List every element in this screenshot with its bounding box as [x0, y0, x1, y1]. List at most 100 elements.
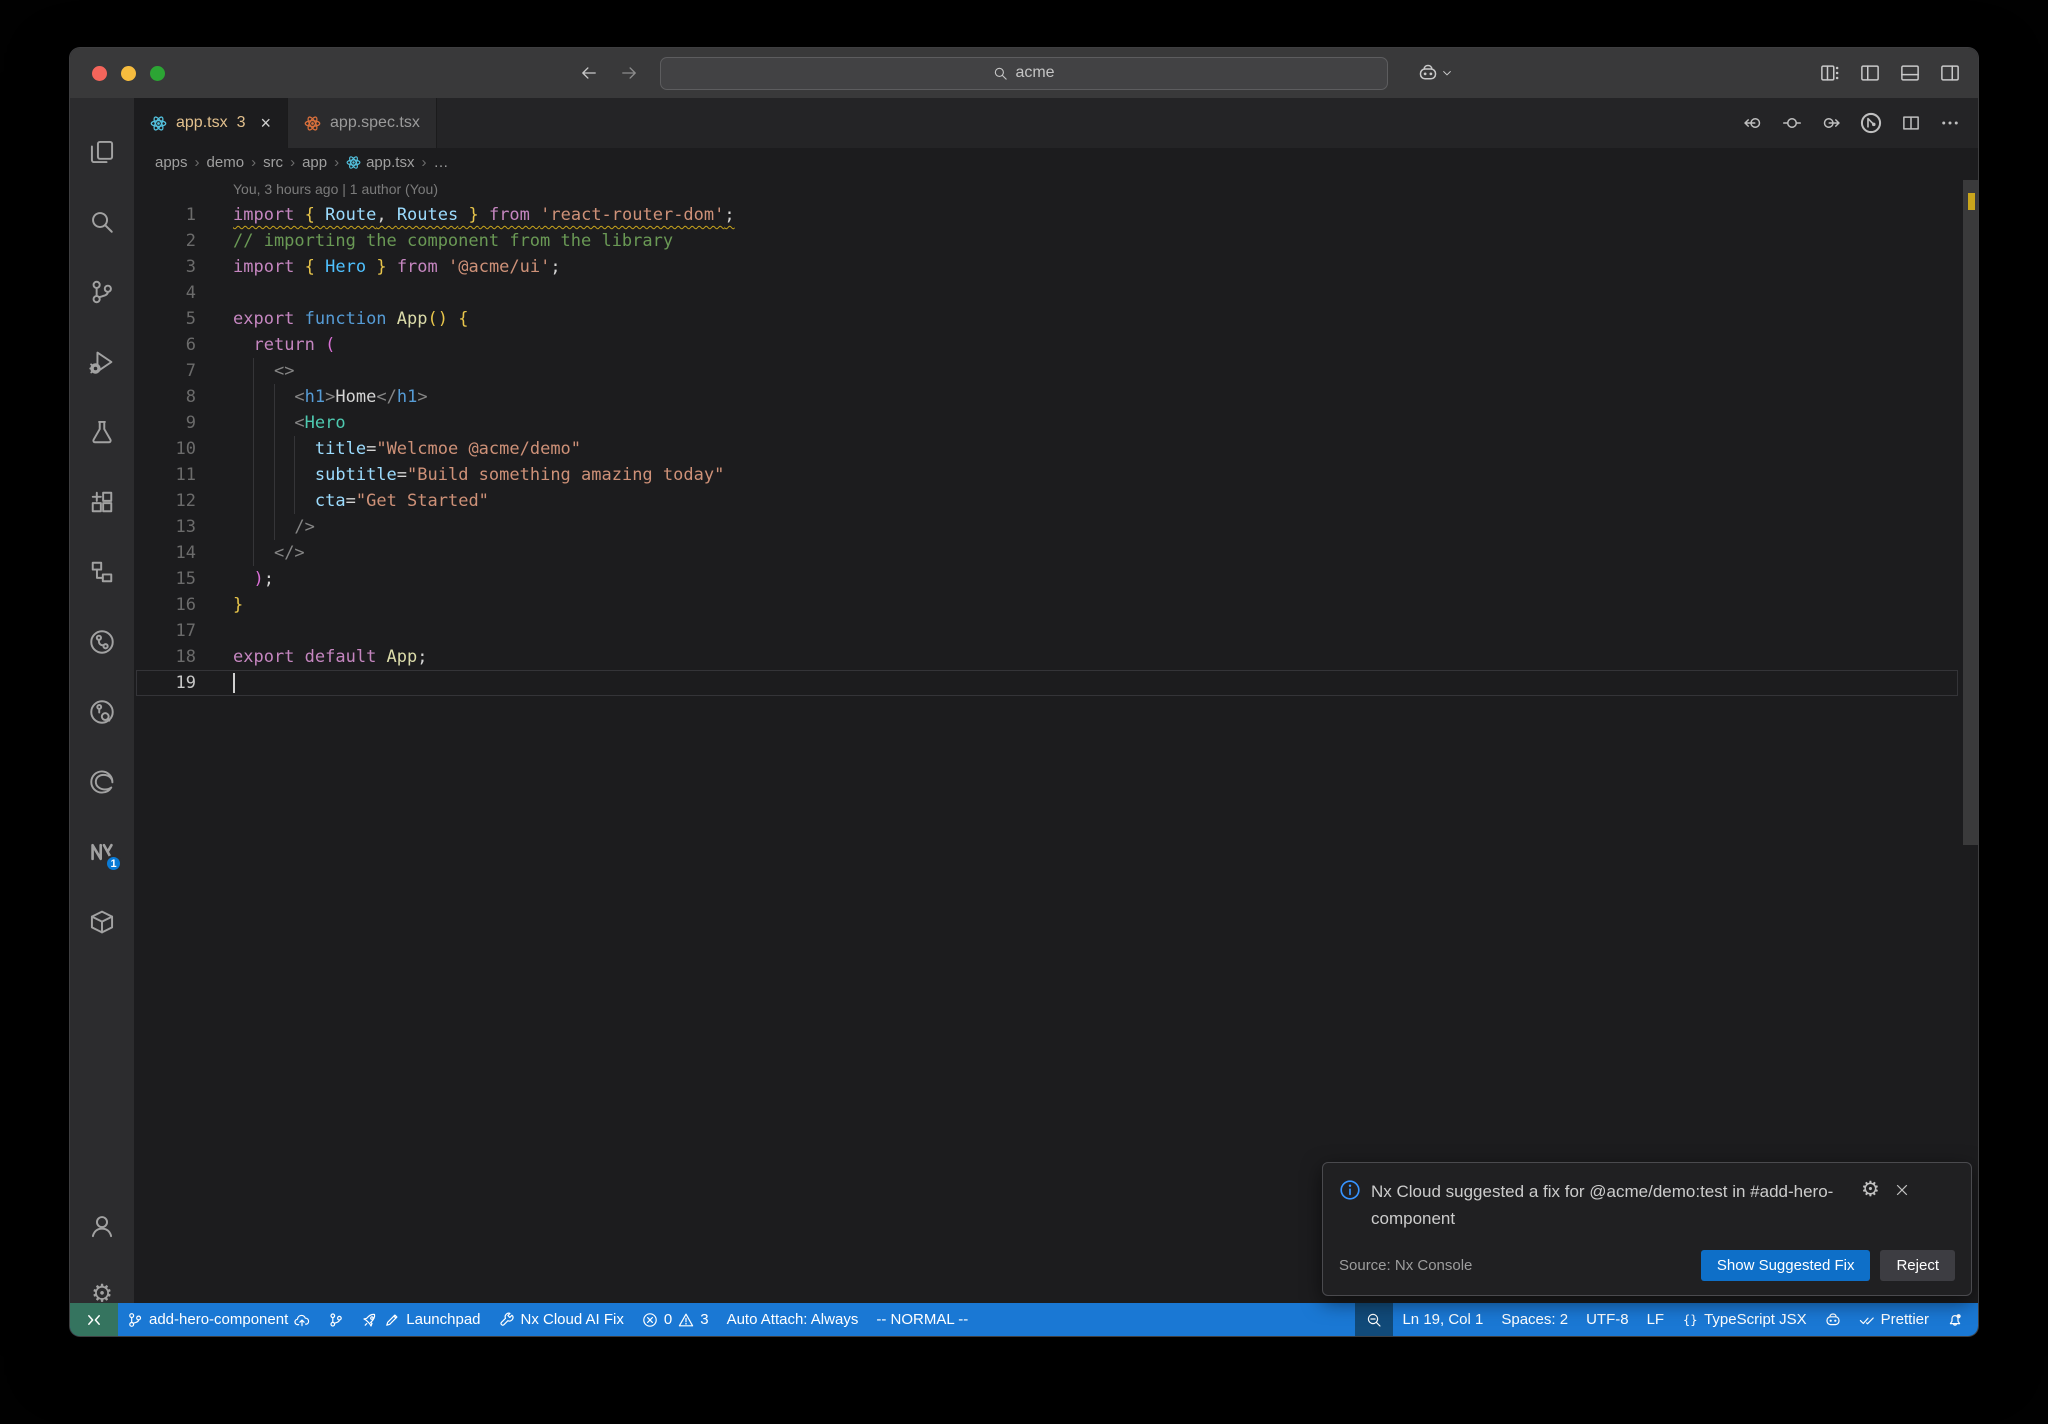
activity-bar-explorer[interactable]	[70, 126, 134, 178]
search-icon	[89, 209, 115, 235]
error-circle-icon	[642, 1312, 658, 1328]
activity-bar-source-control[interactable]	[70, 266, 134, 318]
box-icon	[89, 909, 115, 935]
show-suggested-fix-button[interactable]: Show Suggested Fix	[1700, 1250, 1871, 1281]
breadcrumb-separator: ›	[251, 153, 257, 171]
activity-bar-accounts[interactable]	[70, 1200, 134, 1252]
zoom-minus-icon	[1366, 1312, 1382, 1328]
code-line-6: 6 return (	[134, 332, 1978, 358]
status-language-mode[interactable]: {} TypeScript JSX	[1673, 1303, 1816, 1336]
activity-bar-search[interactable]	[70, 196, 134, 248]
notification-settings-icon[interactable]: ⚙	[1861, 1179, 1880, 1200]
status-git-branch[interactable]: add-hero-component	[118, 1303, 319, 1336]
status-label: Ln 19, Col 1	[1402, 1311, 1484, 1328]
code-line-content: />	[294, 517, 315, 537]
activity-bar-project-structure[interactable]	[70, 546, 134, 598]
react-icon	[346, 155, 361, 170]
status-label: Spaces: 2	[1501, 1311, 1569, 1328]
code-line-content: <h1>Home</h1>	[294, 387, 428, 407]
info-icon	[1339, 1179, 1361, 1201]
code-line-3: 3 import { Hero } from '@acme/ui';	[134, 254, 1978, 280]
tab-close-icon[interactable]: ×	[261, 114, 272, 132]
status-encoding[interactable]: UTF-8	[1577, 1303, 1638, 1336]
tab-app.tsx[interactable]: app.tsx 3 ×	[134, 98, 289, 148]
code-line-17: 17	[134, 618, 1978, 644]
tab-app.spec.tsx[interactable]: app.spec.tsx	[288, 98, 437, 148]
panel-right-icon[interactable]	[1940, 63, 1960, 83]
navigate-back-icon[interactable]	[580, 64, 598, 82]
breadcrumb-item-demo[interactable]: demo	[207, 154, 245, 171]
status-bar: add-hero-component Launchpad Nx Cloud AI F…	[70, 1303, 1978, 1336]
notification-close-icon[interactable]	[1894, 1182, 1910, 1198]
editor-pane[interactable]: You, 3 hours ago | 1 author (You) 1 impor…	[134, 176, 1978, 1303]
zoom-window-button[interactable]	[150, 65, 165, 81]
hierarchy-icon	[89, 559, 115, 585]
copilot-icon	[1418, 63, 1438, 83]
code-line-4: 4	[134, 280, 1978, 306]
command-center-search[interactable]: acme	[660, 56, 1388, 90]
breadcrumb-item-app.tsx[interactable]: app.tsx	[346, 154, 414, 171]
activity-bar-edge-tools[interactable]	[70, 756, 134, 808]
wrench-icon	[499, 1312, 515, 1328]
status-eol[interactable]: LF	[1638, 1303, 1674, 1336]
rocket-icon	[362, 1312, 378, 1328]
status-vim-mode[interactable]: -- NORMAL --	[867, 1303, 977, 1336]
status-notifications-bell[interactable]	[1938, 1303, 1972, 1336]
code-line-content: </>	[273, 543, 305, 563]
activity-bar-commit-graph[interactable]	[70, 616, 134, 668]
status-prettier[interactable]: Prettier	[1850, 1303, 1938, 1336]
activity-bar-testing[interactable]	[70, 406, 134, 458]
activity-bar-gitlens-inspect[interactable]	[70, 686, 134, 738]
code-line-13: 13 />	[134, 514, 1978, 540]
navigate-forward-icon[interactable]	[620, 64, 638, 82]
window-controls	[92, 48, 165, 98]
overview-ruler-warning-mark	[1968, 193, 1975, 210]
vertical-scrollbar[interactable]	[1963, 180, 1978, 845]
layout-customize-icon[interactable]	[1820, 63, 1840, 83]
git-blame-annotation[interactable]: You, 3 hours ago | 1 author (You)	[134, 176, 1978, 202]
status-commit-graph[interactable]	[319, 1303, 353, 1336]
breadcrumb-item-apps[interactable]: apps	[155, 154, 188, 171]
line-number: 16	[175, 595, 196, 615]
more-actions-icon[interactable]	[1940, 113, 1960, 133]
minimize-window-button[interactable]	[121, 65, 136, 81]
status-auto-attach[interactable]: Auto Attach: Always	[718, 1303, 868, 1336]
status-nx-cloud-ai-fix[interactable]: Nx Cloud AI Fix	[490, 1303, 633, 1336]
activity-bar-settings[interactable]: ⚙	[70, 1268, 134, 1320]
current-line-highlight	[136, 670, 1958, 696]
status-label: Launchpad	[406, 1311, 481, 1328]
status-copilot-status[interactable]	[1816, 1303, 1850, 1336]
line-number: 17	[175, 621, 196, 641]
code-line-2: 2 // importing the component from the lib…	[134, 228, 1978, 254]
status-launchpad[interactable]: Launchpad	[353, 1303, 489, 1336]
breadcrumb-item-src[interactable]: src	[263, 154, 283, 171]
panel-bottom-icon[interactable]	[1900, 63, 1920, 83]
close-window-button[interactable]	[92, 65, 107, 81]
gitlens-graph-icon[interactable]	[1860, 112, 1882, 134]
breadcrumb-item-app[interactable]: app	[302, 154, 327, 171]
reject-button[interactable]: Reject	[1880, 1250, 1955, 1281]
next-change-icon[interactable]	[1821, 113, 1841, 133]
status-problems[interactable]: 03	[633, 1303, 718, 1336]
breadcrumb-item-…[interactable]: …	[433, 154, 448, 171]
panel-left-icon[interactable]	[1860, 63, 1880, 83]
activity-bar-run-debug[interactable]	[70, 336, 134, 388]
status-zoom-indicator[interactable]	[1355, 1303, 1394, 1336]
open-changes-icon[interactable]	[1782, 113, 1802, 133]
breadcrumb-separator: ›	[421, 153, 427, 171]
activity-bar-nx-console[interactable]: 1	[70, 826, 134, 878]
prev-change-icon[interactable]	[1743, 113, 1763, 133]
title-bar: acme	[70, 48, 1978, 98]
line-number: 9	[185, 413, 196, 433]
activity-bar-containers[interactable]	[70, 896, 134, 948]
line-number: 10	[175, 439, 196, 459]
copilot-menu[interactable]	[1418, 63, 1453, 83]
indent-guide	[273, 384, 275, 540]
breadcrumb-separator: ›	[334, 153, 340, 171]
status-cursor-position[interactable]: Ln 19, Col 1	[1393, 1303, 1492, 1336]
status-indentation[interactable]: Spaces: 2	[1492, 1303, 1577, 1336]
activity-bar-extensions[interactable]	[70, 476, 134, 528]
line-number: 8	[185, 387, 196, 407]
code-line-content: cta="Get Started"	[314, 491, 489, 511]
split-editor-icon[interactable]	[1901, 113, 1921, 133]
